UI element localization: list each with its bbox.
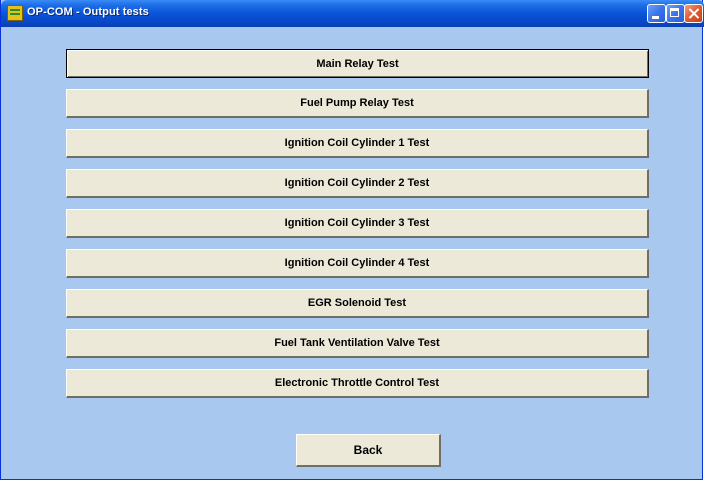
title-bar[interactable]: OP-COM - Output tests xyxy=(1,0,704,27)
button-label: Main Relay Test xyxy=(316,57,399,70)
fuel-pump-relay-test-button[interactable]: Fuel Pump Relay Test xyxy=(66,89,649,118)
back-button-label: Back xyxy=(353,443,383,457)
ignition-coil-cylinder-4-test-button[interactable]: Ignition Coil Cylinder 4 Test xyxy=(66,249,649,278)
close-icon[interactable] xyxy=(684,4,703,23)
button-label: Fuel Pump Relay Test xyxy=(300,97,414,109)
button-label: Ignition Coil Cylinder 3 Test xyxy=(284,217,430,229)
window-title: OP-COM - Output tests xyxy=(27,6,149,18)
ignition-coil-cylinder-3-test-button[interactable]: Ignition Coil Cylinder 3 Test xyxy=(66,209,649,238)
electronic-throttle-control-test-button[interactable]: Electronic Throttle Control Test xyxy=(66,369,649,398)
back-button[interactable]: Back xyxy=(296,434,441,467)
button-label: EGR Solenoid Test xyxy=(307,297,407,309)
button-label: Ignition Coil Cylinder 4 Test xyxy=(284,257,430,269)
opcom-app-icon[interactable] xyxy=(7,5,23,21)
main-relay-test-button[interactable]: Main Relay Test xyxy=(66,49,649,78)
ignition-coil-cylinder-1-test-button[interactable]: Ignition Coil Cylinder 1 Test xyxy=(66,129,649,158)
button-label: Electronic Throttle Control Test xyxy=(274,377,440,389)
minimize-icon[interactable] xyxy=(647,4,666,23)
button-label: Ignition Coil Cylinder 1 Test xyxy=(284,137,430,149)
ignition-coil-cylinder-2-test-button[interactable]: Ignition Coil Cylinder 2 Test xyxy=(66,169,649,198)
maximize-icon[interactable] xyxy=(666,4,685,23)
button-label: Ignition Coil Cylinder 2 Test xyxy=(284,177,430,189)
fuel-tank-ventilation-valve-test-button[interactable]: Fuel Tank Ventilation Valve Test xyxy=(66,329,649,358)
egr-solenoid-test-button[interactable]: EGR Solenoid Test xyxy=(66,289,649,318)
output-tests-window: OP-COM - Output tests Main Relay Test Fu… xyxy=(0,0,704,480)
button-label: Fuel Tank Ventilation Valve Test xyxy=(274,337,440,349)
